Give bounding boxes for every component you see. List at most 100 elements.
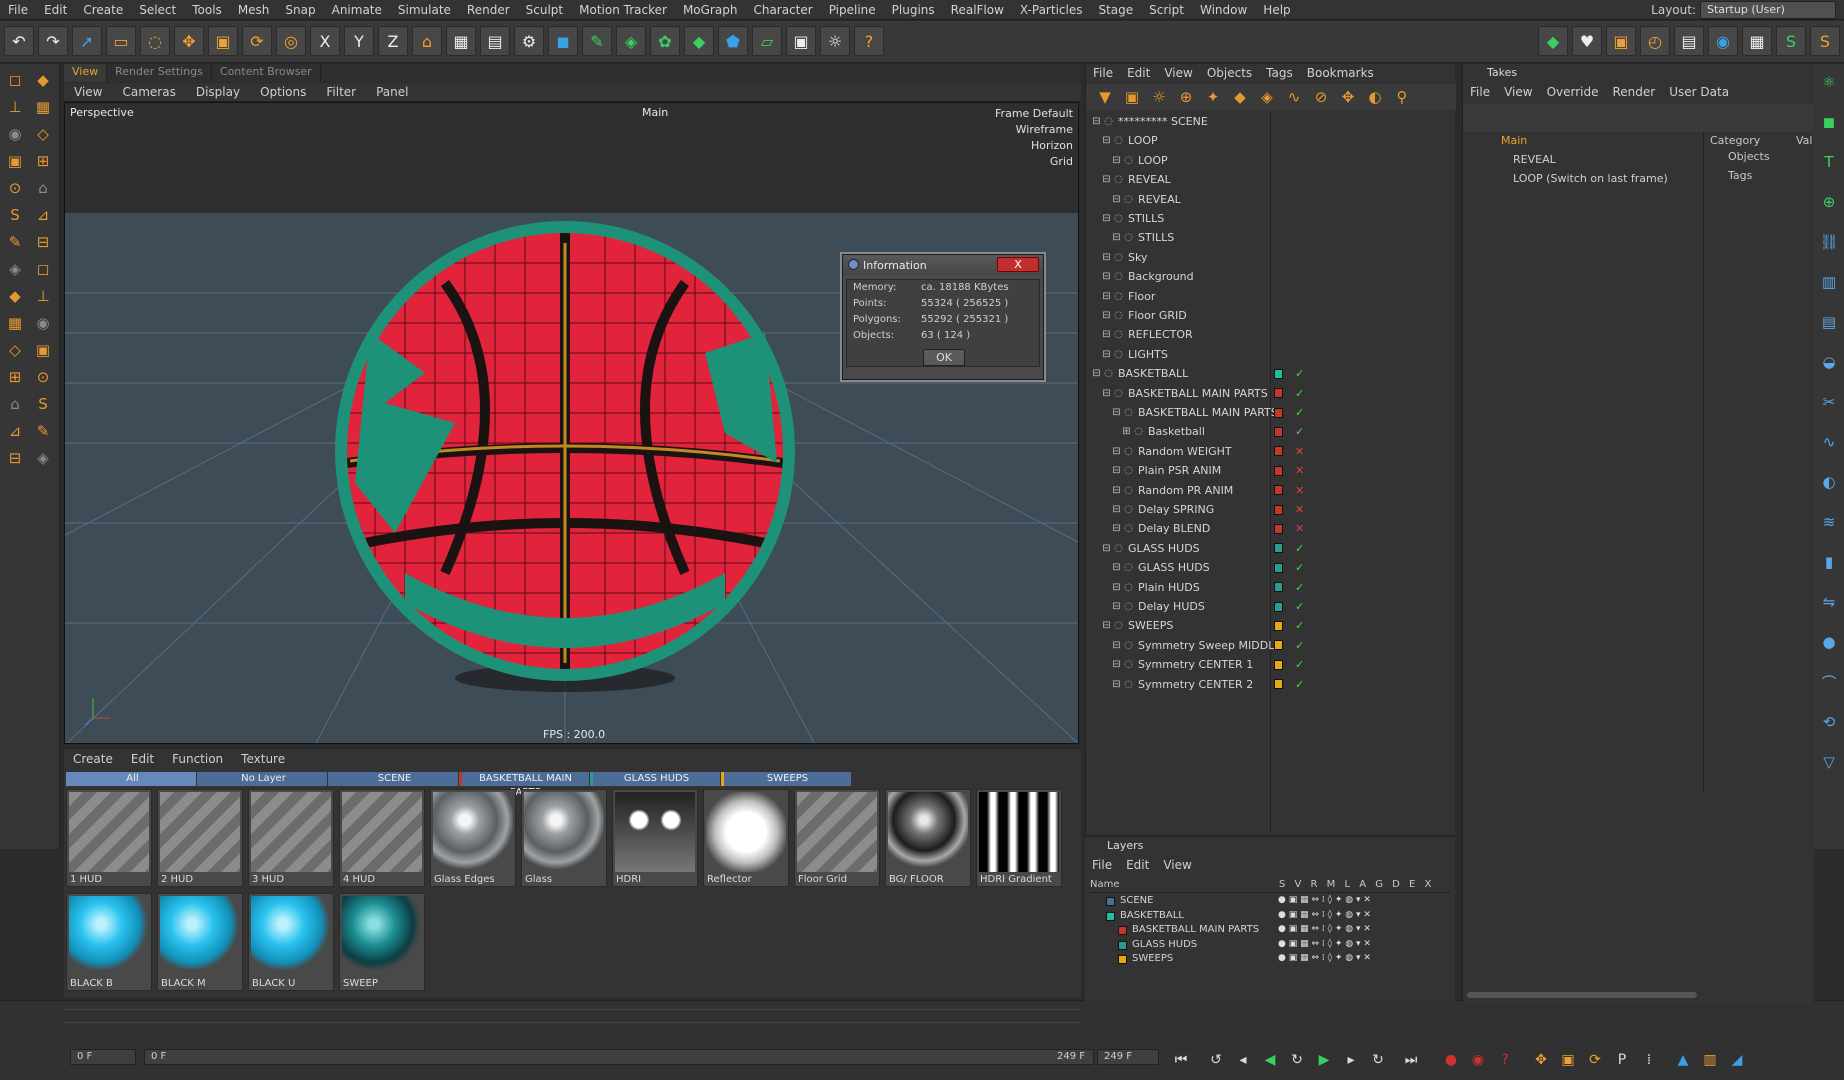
viewport-menu-filter[interactable]: Filter (316, 85, 366, 99)
material-tab-no-layer[interactable]: No Layer (197, 772, 327, 786)
layer-color-swatch[interactable] (1274, 679, 1283, 690)
knife-icon[interactable]: ⌂ (2, 392, 28, 416)
rect-select-icon[interactable]: ▭ (106, 26, 136, 56)
enabled-check-icon[interactable]: ✕ (1295, 503, 1304, 516)
layer-toggles[interactable]: ● ▣ ▦ ⇔ ⁞ ◊ ✦ ◍ ▾ ✕ (1278, 939, 1371, 949)
camera-icon[interactable]: ▣ (786, 26, 816, 56)
material-tab-basketball-main-parts[interactable]: BASKETBALL MAIN PARTS (459, 772, 589, 798)
material-swatch[interactable]: HDRI Gradient (976, 789, 1062, 887)
text-icon[interactable]: T (1816, 150, 1842, 174)
model-icon[interactable]: ◻ (2, 68, 28, 92)
cloner-icon[interactable]: ✿ (650, 26, 680, 56)
layer-color-swatch[interactable] (1274, 407, 1283, 418)
menu-simulate[interactable]: Simulate (390, 3, 459, 17)
render-settings-icon[interactable]: ⚙ (514, 26, 544, 56)
layer-color-swatch[interactable] (1274, 659, 1283, 670)
layer-row[interactable]: BASKETBALL MAIN PARTS ● ▣ ▦ ⇔ ⁞ ◊ ✦ ◍ ▾ ✕ (1090, 924, 1450, 938)
param-key-icon[interactable]: P (1611, 1049, 1633, 1071)
menu-mesh[interactable]: Mesh (230, 3, 278, 17)
character-icon[interactable]: ◇ (2, 338, 28, 362)
current-frame-field[interactable]: 0 F (70, 1049, 136, 1065)
menu-select[interactable]: Select (131, 3, 184, 17)
xparticles-icon[interactable]: ◆ (1538, 26, 1568, 56)
realflow-icon[interactable]: ◉ (1708, 26, 1738, 56)
material-swatch[interactable]: HDRI (612, 789, 698, 887)
layers-menu-edit[interactable]: Edit (1119, 858, 1156, 872)
object-row[interactable]: ⊟ ◌ Floor (1086, 287, 1456, 306)
object-menu-file[interactable]: File (1086, 66, 1120, 80)
material-swatch[interactable]: 2 HUD (157, 789, 243, 887)
magnet-icon[interactable]: ⊿ (30, 203, 56, 227)
takes-menu-file[interactable]: File (1463, 85, 1497, 99)
object-row[interactable]: ⊟ ◌ Symmetry CENTER 2 ✓ (1086, 675, 1456, 694)
viewport-menu-display[interactable]: Display (186, 85, 250, 99)
layer-toggles[interactable]: ● ▣ ▦ ⇔ ⁞ ◊ ✦ ◍ ▾ ✕ (1278, 910, 1371, 920)
solo-off-icon[interactable]: S (1810, 26, 1840, 56)
object-menu-view[interactable]: View (1157, 66, 1199, 80)
solo-icon[interactable]: S (1776, 26, 1806, 56)
takes-menu-view[interactable]: View (1497, 85, 1539, 99)
redo-icon[interactable]: ↷ (38, 26, 68, 56)
menu-character[interactable]: Character (745, 3, 820, 17)
enabled-check-icon[interactable]: ✕ (1295, 464, 1304, 477)
take-row[interactable]: Main (1501, 134, 1527, 147)
previous-frame-icon[interactable]: ◂ (1232, 1049, 1254, 1071)
y-axis-icon[interactable]: Y (344, 26, 374, 56)
sweep-icon[interactable]: ∿ (1816, 430, 1842, 454)
taper-icon[interactable]: ▽ (1816, 750, 1842, 774)
take-row[interactable]: LOOP (Switch on last frame) (1513, 172, 1668, 185)
live-select-icon[interactable]: ◎ (276, 26, 306, 56)
menu-stage[interactable]: Stage (1090, 3, 1141, 17)
enabled-check-icon[interactable]: ✓ (1295, 619, 1304, 632)
instance-icon[interactable]: ▤ (1816, 310, 1842, 334)
material-tab-glass-huds[interactable]: GLASS HUDS (590, 772, 720, 786)
object-row[interactable]: ⊟ ◌ BASKETBALL ✓ (1086, 364, 1456, 383)
enabled-check-icon[interactable]: ✓ (1295, 425, 1304, 438)
move-icon[interactable]: ✥ (1335, 85, 1361, 109)
generator-icon[interactable]: ◈ (1254, 85, 1280, 109)
rotate-key-icon[interactable]: ⟳ (1584, 1049, 1606, 1071)
record-icon[interactable]: ● (1440, 1049, 1462, 1071)
layer-color-swatch[interactable] (1274, 582, 1283, 593)
light-icon[interactable]: ☼ (820, 26, 850, 56)
snap-icon[interactable]: ⊙ (2, 176, 28, 200)
viewport[interactable]: Perspective Main Frame Default Wireframe H… (64, 102, 1079, 744)
material-swatch[interactable]: 1 HUD (66, 789, 152, 887)
menu-create[interactable]: Create (75, 3, 131, 17)
layer-color-swatch[interactable] (1274, 388, 1283, 399)
enabled-check-icon[interactable]: ✕ (1295, 445, 1304, 458)
enabled-check-icon[interactable]: ✓ (1295, 678, 1304, 691)
object-row[interactable]: ⊟ ◌ LOOP (1086, 131, 1456, 150)
texture-icon[interactable]: ◆ (30, 68, 56, 92)
grid-icon[interactable]: ⊟ (30, 230, 56, 254)
viewport-menu-view[interactable]: View (64, 85, 112, 99)
lock-icon[interactable]: ⌂ (30, 176, 56, 200)
object-row[interactable]: ⊟ ◌ Plain HUDS ✓ (1086, 578, 1456, 597)
layer-row[interactable]: GLASS HUDS ● ▣ ▦ ⇔ ⁞ ◊ ✦ ◍ ▾ ✕ (1090, 939, 1450, 953)
array-icon[interactable]: ▥ (1816, 270, 1842, 294)
object-row[interactable]: ⊟ ◌ Sky (1086, 248, 1456, 267)
render-picture-icon[interactable]: ▤ (480, 26, 510, 56)
tab-view[interactable]: View (64, 64, 108, 82)
enabled-check-icon[interactable]: ✕ (1295, 522, 1304, 535)
menu-tools[interactable]: Tools (184, 3, 230, 17)
dialog-ok-button[interactable]: OK (923, 349, 965, 366)
go-to-start-icon[interactable]: ⏮ (1170, 1049, 1192, 1071)
scheme-icon[interactable]: ◢ (1726, 1049, 1748, 1071)
category-row[interactable]: Tags (1718, 169, 1770, 188)
object-row[interactable]: ⊟ ◌ Symmetry Sweep MIDDLE ✓ (1086, 636, 1456, 655)
timeline-window-icon[interactable]: ▲ (1672, 1049, 1694, 1071)
extrude-nurbs-icon[interactable]: ▮ (1816, 550, 1842, 574)
twist-icon[interactable]: ⟲ (1816, 710, 1842, 734)
object-row[interactable]: ⊟ ◌ Plain PSR ANIM ✕ (1086, 461, 1456, 480)
clapper-icon[interactable]: ▤ (1674, 26, 1704, 56)
layer-row[interactable]: BASKETBALL ● ▣ ▦ ⇔ ⁞ ◊ ✦ ◍ ▾ ✕ (1090, 910, 1450, 924)
menu-x-particles[interactable]: X-Particles (1012, 3, 1091, 17)
layer-color-swatch[interactable] (1106, 911, 1115, 921)
object-row[interactable]: ⊟ ◌ ********* SCENE (1086, 112, 1456, 131)
layer-toggles[interactable]: ● ▣ ▦ ⇔ ⁞ ◊ ✦ ◍ ▾ ✕ (1278, 895, 1371, 905)
menu-edit[interactable]: Edit (36, 3, 75, 17)
material-menu-texture[interactable]: Texture (232, 752, 294, 766)
object-row[interactable]: ⊟ ◌ STILLS (1086, 228, 1456, 247)
layer-toggles[interactable]: ● ▣ ▦ ⇔ ⁞ ◊ ✦ ◍ ▾ ✕ (1278, 924, 1371, 934)
